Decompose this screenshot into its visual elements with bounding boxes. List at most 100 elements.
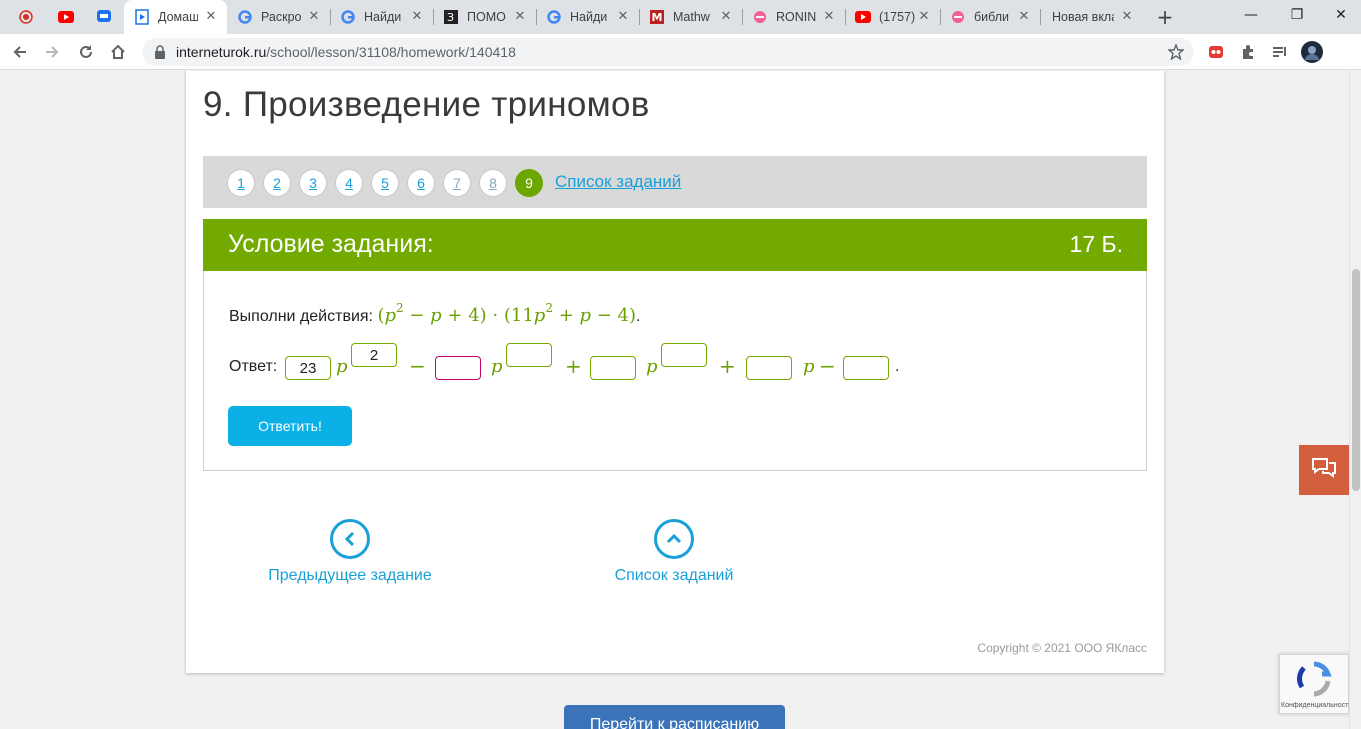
m-icon: M xyxy=(649,9,665,25)
tab-title: Mathw xyxy=(673,10,710,24)
task-number-8[interactable]: 8 xyxy=(479,169,507,197)
tab-title: Найди xyxy=(570,10,608,24)
tab-title: Раскро xyxy=(261,10,302,24)
answer-constant[interactable] xyxy=(843,356,889,380)
scrollbar-thumb[interactable] xyxy=(1352,269,1360,491)
close-tab-icon[interactable]: ✕ xyxy=(821,9,837,25)
prompt-text: Выполни действия: xyxy=(229,308,373,325)
tab-title: Домаш xyxy=(158,10,198,24)
extension-red-icon[interactable] xyxy=(1204,40,1228,64)
svg-text:З: З xyxy=(447,11,454,24)
close-tab-icon[interactable]: ✕ xyxy=(916,9,932,25)
recaptcha-privacy-label[interactable]: Конфиденциальность xyxy=(1281,702,1349,709)
answer-exp-2[interactable] xyxy=(506,343,552,367)
plus-sign: + xyxy=(719,354,736,378)
submit-answer-button[interactable]: Ответить! xyxy=(228,406,352,446)
chat-widget-button[interactable] xyxy=(1299,445,1349,495)
tab-pinned-record[interactable] xyxy=(8,0,48,34)
close-tab-icon[interactable]: ✕ xyxy=(615,9,631,25)
tab-pinned-chat[interactable] xyxy=(86,0,126,34)
close-tab-icon[interactable]: ✕ xyxy=(718,9,734,25)
minimize-button[interactable]: — xyxy=(1228,0,1274,30)
tab[interactable]: З ПОМО ✕ xyxy=(433,0,536,34)
svg-text:M: M xyxy=(652,11,663,24)
tab-pinned-youtube[interactable] xyxy=(48,0,88,34)
answer-label: Ответ: xyxy=(229,358,278,375)
tab-title: RONIN xyxy=(776,10,816,24)
bookmark-star-icon[interactable] xyxy=(1164,40,1188,64)
reload-icon[interactable] xyxy=(74,40,98,64)
google-icon xyxy=(340,9,356,25)
period: . xyxy=(895,358,900,375)
forward-icon[interactable] xyxy=(40,40,64,64)
condition-title: Условие задания: xyxy=(228,230,434,258)
close-tab-icon[interactable]: ✕ xyxy=(512,9,528,25)
prev-task-link[interactable]: Предыдущее задание xyxy=(246,519,454,585)
page-viewport: 9. Произведение триномов 1 2 3 4 5 6 7 8… xyxy=(0,71,1349,729)
lock-icon xyxy=(154,45,166,59)
task-number-1[interactable]: 1 xyxy=(227,169,255,197)
minus-sign: − xyxy=(409,354,426,378)
pink-icon xyxy=(950,9,966,25)
task-list-link[interactable]: Список заданий xyxy=(555,172,681,192)
close-window-button[interactable]: ✕ xyxy=(1318,0,1361,30)
tab[interactable]: библи ✕ xyxy=(940,0,1040,34)
task-expression: (p2 − p + 4) · (11p2 + p − 4) xyxy=(377,301,637,326)
extensions-puzzle-icon[interactable] xyxy=(1236,40,1260,64)
tab[interactable]: (1757) ✕ xyxy=(845,0,940,34)
tab[interactable]: Раскро ✕ xyxy=(227,0,330,34)
google-icon xyxy=(237,9,253,25)
task-number-current[interactable]: 9 xyxy=(515,169,543,197)
chevron-up-icon xyxy=(654,519,694,559)
task-number-2[interactable]: 2 xyxy=(263,169,291,197)
page-scrollbar[interactable] xyxy=(1349,71,1361,729)
close-tab-icon[interactable]: ✕ xyxy=(1119,9,1135,25)
media-queue-icon[interactable] xyxy=(1268,40,1292,64)
tab-strip: Домаш ✕ Раскро ✕ Найди ✕ З ПОМО ✕ Найди … xyxy=(0,0,1361,34)
tab-title: Найди xyxy=(364,10,402,24)
task-prompt: Выполни действия: (p2 − p + 4) · (11p2 +… xyxy=(229,301,641,326)
back-icon[interactable] xyxy=(8,40,32,64)
task-number-5[interactable]: 5 xyxy=(371,169,399,197)
close-tab-icon[interactable]: ✕ xyxy=(1016,9,1032,25)
close-tab-icon[interactable]: ✕ xyxy=(409,9,425,25)
task-list-label: Список заданий xyxy=(614,567,734,584)
tab[interactable]: Новая вкла ✕ xyxy=(1040,0,1143,34)
answer-coef-1[interactable] xyxy=(285,356,331,380)
close-tab-icon[interactable]: ✕ xyxy=(306,9,322,25)
task-pagination: 1 2 3 4 5 6 7 8 9 Список заданий xyxy=(203,156,1147,208)
var-p: p xyxy=(646,356,658,377)
go-to-schedule-button[interactable]: Перейти к расписанию xyxy=(564,705,785,729)
tab-active[interactable]: Домаш ✕ xyxy=(124,0,227,34)
answer-coef-4[interactable] xyxy=(746,356,792,380)
play-doc-icon xyxy=(134,9,150,25)
record-icon xyxy=(18,9,34,25)
answer-coef-2[interactable] xyxy=(435,356,481,380)
tab[interactable]: Найди ✕ xyxy=(536,0,639,34)
answer-exp-3[interactable] xyxy=(661,343,707,367)
restore-button[interactable]: ❐ xyxy=(1274,0,1320,30)
address-bar[interactable]: interneturok.ru/school/lesson/31108/home… xyxy=(142,38,1194,66)
tab[interactable]: RONIN ✕ xyxy=(742,0,845,34)
task-number-3[interactable]: 3 xyxy=(299,169,327,197)
task-number-4[interactable]: 4 xyxy=(335,169,363,197)
profile-avatar-icon[interactable] xyxy=(1300,40,1324,64)
tab[interactable]: Найди ✕ xyxy=(330,0,433,34)
browser-toolbar: interneturok.ru/school/lesson/31108/home… xyxy=(0,34,1361,70)
new-tab-button[interactable]: + xyxy=(1154,6,1176,28)
answer-exp-1[interactable] xyxy=(351,343,397,367)
chat-bubbles-icon xyxy=(1311,457,1337,483)
close-tab-icon[interactable]: ✕ xyxy=(203,9,219,25)
condition-header: Условие задания: 17 Б. xyxy=(203,219,1147,271)
task-number-6[interactable]: 6 xyxy=(407,169,435,197)
task-list-nav-link[interactable]: Список заданий xyxy=(586,519,762,585)
answer-coef-3[interactable] xyxy=(590,356,636,380)
tab[interactable]: M Mathw ✕ xyxy=(639,0,742,34)
url-host: interneturok.ru xyxy=(176,44,267,60)
home-icon[interactable] xyxy=(106,40,130,64)
task-number-7[interactable]: 7 xyxy=(443,169,471,197)
condition-body: Выполни действия: (p2 − p + 4) · (11p2 +… xyxy=(203,271,1147,471)
recaptcha-badge[interactable]: Конфиденциальность xyxy=(1279,654,1349,714)
copyright: Copyright © 2021 ООО ЯКласс xyxy=(977,641,1147,655)
google-icon xyxy=(546,9,562,25)
